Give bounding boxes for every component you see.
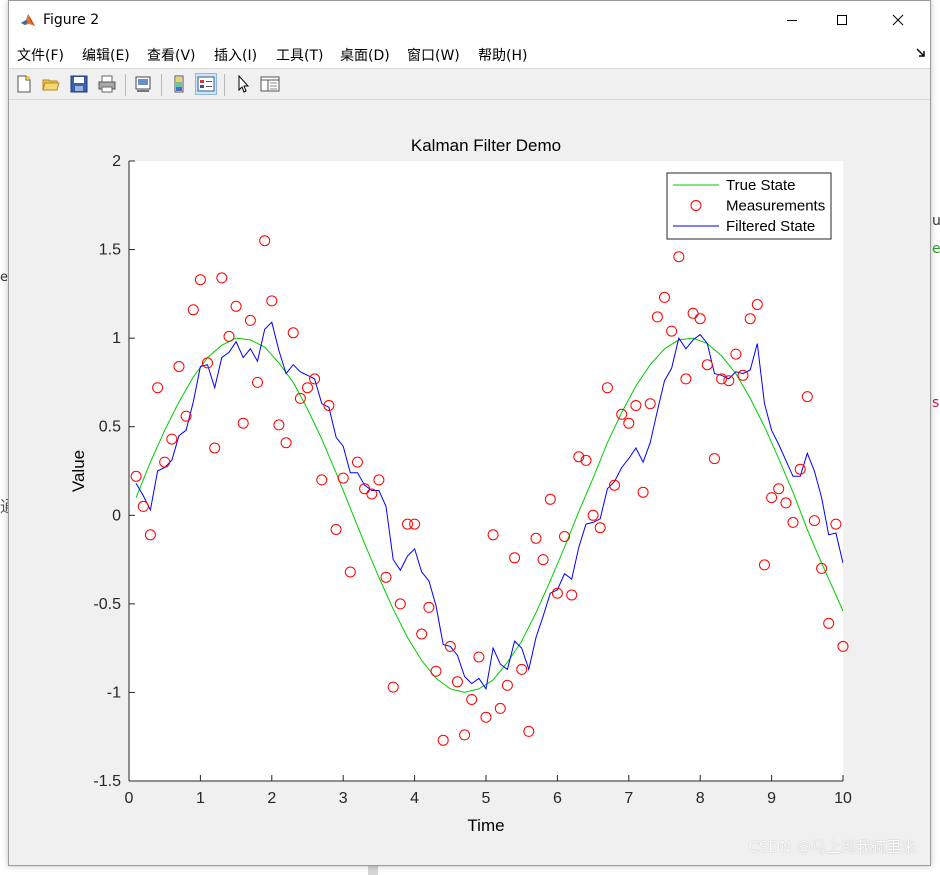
legend-icon [197, 76, 215, 92]
menu-file[interactable]: 文件(F) [17, 45, 64, 65]
background-text-fragment: e [932, 241, 940, 257]
legend-button[interactable] [195, 73, 217, 95]
minimize-button[interactable] [769, 1, 815, 38]
menu-desktop[interactable]: 桌面(D) [340, 45, 390, 65]
minimize-icon [787, 19, 797, 21]
title-bar[interactable]: Figure 2 [9, 1, 930, 38]
new-figure-icon [17, 75, 31, 93]
legend-label: Filtered State [726, 218, 815, 235]
y-axis-label: Value [69, 450, 88, 492]
window-title: Figure 2 [43, 12, 100, 28]
dock-arrow-icon[interactable] [916, 48, 926, 58]
y-tick-label: 0 [112, 507, 121, 524]
maximize-icon [837, 14, 847, 25]
x-tick-label: 7 [624, 790, 633, 807]
x-tick-label: 5 [482, 790, 491, 807]
print-icon [98, 75, 116, 93]
x-axis-label: Time [467, 816, 504, 835]
y-tick-label: -0.5 [93, 596, 121, 613]
figure-window: Figure 2 文件(F) 编辑(E) 查看(V) 插入(I) 工具(T) 桌… [8, 0, 931, 866]
x-tick-label: 9 [767, 790, 776, 807]
figure-toolbar [9, 68, 930, 100]
y-tick-label: 2 [112, 153, 121, 170]
background-text-fragment: e [0, 270, 8, 285]
colorbar-icon [174, 75, 184, 93]
figure-canvas[interactable]: 0 1 2 3 4 5 6 7 8 9 10 -1.5 -1 -0.5 0 0.5 1 1.5 2 Kalman Fi… [9, 100, 930, 865]
property-inspector-button[interactable] [259, 73, 281, 95]
x-tick-label: 0 [125, 790, 134, 807]
legend-label: Measurements [726, 198, 825, 215]
colorbar-button[interactable] [168, 73, 190, 95]
save-button[interactable] [68, 73, 90, 95]
menu-insert[interactable]: 插入(I) [214, 45, 257, 65]
x-tick-label: 6 [553, 790, 562, 807]
watermark: CSDN @马上到我碗里来 [748, 838, 916, 856]
menu-bar: 文件(F) 编辑(E) 查看(V) 插入(I) 工具(T) 桌面(D) 窗口(W… [9, 38, 930, 68]
close-icon [892, 14, 904, 25]
property-inspector-icon [260, 76, 280, 92]
menu-help[interactable]: 帮助(H) [478, 45, 527, 65]
link-plot-icon [135, 76, 151, 92]
x-tick-label: 10 [834, 790, 852, 807]
close-button[interactable] [875, 1, 921, 38]
kalman-plot[interactable]: 0 1 2 3 4 5 6 7 8 9 10 -1.5 -1 -0.5 0 0.5 1 1.5 2 Kalman Fi… [9, 100, 930, 865]
x-tick-label: 8 [696, 790, 705, 807]
open-file-button[interactable] [40, 73, 62, 95]
y-tick-label: 1 [112, 330, 121, 347]
menu-window[interactable]: 窗口(W) [407, 45, 460, 65]
chart-title: Kalman Filter Demo [411, 136, 561, 155]
y-tick-label: -1.5 [93, 773, 121, 790]
x-tick-label: 3 [339, 790, 348, 807]
matlab-logo-icon [19, 11, 37, 29]
new-figure-button[interactable] [13, 73, 35, 95]
menu-view[interactable]: 查看(V) [147, 45, 196, 65]
legend-label: True State [726, 177, 795, 194]
x-tick-label: 4 [410, 790, 419, 807]
toolbar-separator [224, 74, 225, 96]
background-text-fragment: s [932, 395, 940, 411]
x-tick-label: 1 [196, 790, 205, 807]
y-tick-label: 1.5 [99, 242, 121, 259]
toolbar-separator [125, 74, 126, 96]
toolbar-separator [161, 74, 162, 96]
background-text-fragment: u [932, 213, 940, 229]
save-icon [70, 75, 88, 93]
open-file-icon [42, 79, 60, 91]
menu-edit[interactable]: 编辑(E) [82, 45, 130, 65]
pointer-button[interactable] [232, 73, 254, 95]
menu-tools[interactable]: 工具(T) [276, 45, 323, 65]
print-button[interactable] [96, 73, 118, 95]
pointer-icon [238, 75, 250, 93]
y-tick-label: -1 [107, 684, 121, 701]
x-tick-label: 2 [267, 790, 276, 807]
maximize-button[interactable] [819, 1, 865, 38]
link-plot-button[interactable] [132, 73, 154, 95]
y-tick-label: 0.5 [99, 419, 121, 436]
